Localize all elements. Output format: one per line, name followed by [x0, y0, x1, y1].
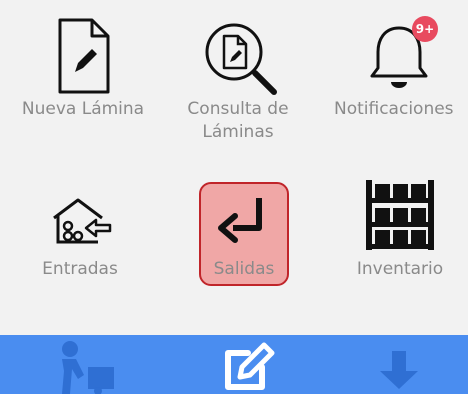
menu-item-inventario[interactable]: Inventario: [350, 178, 468, 279]
menu-item-consulta-laminas[interactable]: Consulta de Láminas: [168, 10, 308, 145]
salidas-label: Salidas: [213, 259, 275, 279]
consulta-de-label: Consulta de: [187, 99, 289, 119]
document-edit-icon: [58, 18, 110, 94]
warehouse-entry-icon: [53, 198, 112, 244]
download-icon[interactable]: [374, 335, 424, 394]
notification-badge: 9+: [412, 16, 438, 42]
edit-icon[interactable]: [218, 335, 278, 394]
notification-count: 9+: [415, 22, 435, 36]
menu-item-entradas[interactable]: Entradas: [20, 180, 140, 280]
menu-item-salidas[interactable]: Salidas: [199, 182, 289, 286]
delivery-person-icon[interactable]: [40, 335, 130, 394]
document-search-icon: [205, 23, 277, 95]
menu-item-nueva-lamina[interactable]: Nueva Lámina: [8, 10, 158, 120]
return-arrow-icon: [218, 198, 262, 243]
inventario-label: Inventario: [356, 259, 444, 279]
nueva-lamina-label: Nueva Lámina: [21, 99, 145, 119]
shelving-icon: [366, 180, 434, 250]
bottom-nav-bar: [0, 335, 468, 394]
entradas-label: Entradas: [42, 259, 118, 279]
menu-item-notificaciones[interactable]: 9+ Notificaciones: [330, 10, 468, 120]
notificaciones-label: Notificaciones: [334, 99, 454, 119]
laminas-label: Láminas: [202, 122, 274, 142]
